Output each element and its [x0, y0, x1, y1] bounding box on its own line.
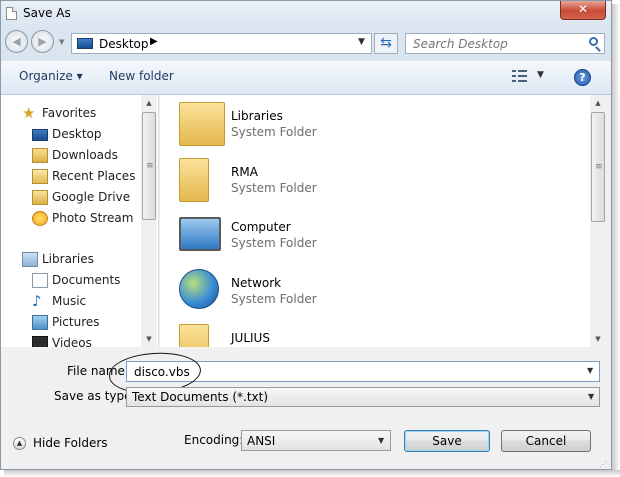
command-bar: Organize ▾ New folder ▼ ?	[1, 61, 611, 95]
file-list-scrollbar-thumb[interactable]: ≡	[591, 112, 605, 222]
nav-item-label: Recent Places	[52, 169, 136, 183]
document-icon	[6, 7, 17, 20]
save-as-type-select[interactable]: Text Documents (*.txt) ▼	[126, 387, 600, 407]
window-title: Save As	[23, 6, 71, 20]
item-name: Libraries	[231, 109, 283, 123]
scroll-up-arrow-icon[interactable]: ▲	[590, 95, 606, 111]
save-as-type-label: Save as type:	[54, 389, 136, 403]
item-type: System Folder	[231, 236, 317, 250]
recent-places-icon	[32, 169, 48, 184]
back-button[interactable]: ◀	[5, 30, 28, 53]
desktop-folder-icon	[77, 38, 93, 49]
nav-item-label: Google Drive	[52, 190, 131, 204]
scroll-up-arrow-icon[interactable]: ▲	[141, 95, 157, 111]
nav-item-label: Photo Stream	[52, 211, 134, 225]
search-icon[interactable]	[589, 37, 598, 46]
change-view-icon[interactable]	[512, 70, 528, 82]
forward-button[interactable]: ▶	[31, 30, 54, 53]
close-button[interactable]: ✕	[560, 1, 606, 20]
item-name: JULIUS	[231, 331, 270, 345]
view-options-dropdown-icon[interactable]: ▼	[537, 70, 544, 80]
nav-item-label: Desktop	[52, 127, 102, 141]
address-dropdown-icon[interactable]: ▼	[358, 37, 365, 47]
new-folder-button[interactable]: New folder	[109, 69, 174, 83]
scroll-down-arrow-icon[interactable]: ▼	[590, 331, 606, 347]
address-row: ◀ ▶ ▼ Desktop ▶ ▼ ⇆	[1, 27, 611, 61]
photo-stream-icon	[32, 211, 48, 226]
refresh-icon: ⇆	[380, 35, 392, 51]
cancel-button[interactable]: Cancel	[501, 430, 591, 452]
chevron-down-icon: ▼	[378, 436, 385, 445]
item-name: RMA	[231, 165, 258, 179]
nav-scrollbar[interactable]: ▲ ≡ ▼	[141, 95, 157, 347]
address-location[interactable]: Desktop	[99, 37, 149, 51]
documents-icon	[32, 273, 48, 288]
nav-item-label: Documents	[52, 273, 121, 287]
network-icon	[179, 269, 219, 309]
window-shadow-bottom	[4, 470, 620, 477]
file-name-dropdown-icon[interactable]: ▼	[587, 366, 593, 375]
hide-folders-label: Hide Folders	[33, 436, 108, 450]
save-as-type-value: Text Documents (*.txt)	[132, 390, 269, 404]
nav-item-label: Pictures	[52, 315, 100, 329]
nav-header-label: Libraries	[42, 252, 94, 266]
item-name: Network	[231, 276, 282, 290]
nav-item-label: Music	[52, 294, 87, 308]
resize-grip-icon[interactable]: ⋰	[599, 460, 607, 469]
file-list-scrollbar[interactable]: ▲ ≡ ▼	[590, 95, 606, 347]
desktop-icon	[32, 129, 48, 141]
encoding-value: ANSI	[247, 434, 276, 448]
list-item-rma[interactable]: RMA System Folder	[160, 156, 580, 208]
scroll-down-arrow-icon[interactable]: ▼	[141, 331, 157, 347]
search-input[interactable]	[406, 34, 586, 53]
list-item-julius[interactable]: JULIUS	[160, 322, 580, 347]
refresh-button[interactable]: ⇆	[374, 33, 398, 54]
save-options-panel: File name: ▼ Save as type: Text Document…	[1, 347, 611, 469]
pictures-icon	[32, 315, 48, 330]
libraries-icon	[22, 252, 38, 267]
google-drive-icon	[32, 190, 48, 205]
item-name: Computer	[231, 220, 291, 234]
libraries-folder-icon	[179, 102, 225, 146]
list-item-libraries[interactable]: Libraries System Folder	[160, 100, 580, 152]
folder-icon	[179, 324, 209, 347]
navigation-pane: ★ Favorites Desktop Downloads Recent Pla…	[1, 95, 159, 351]
organize-button[interactable]: Organize ▾	[19, 69, 83, 83]
address-bar[interactable]: Desktop ▶ ▼	[71, 33, 372, 54]
downloads-icon	[32, 148, 48, 163]
search-box[interactable]	[405, 33, 605, 54]
recent-locations-dropdown-icon[interactable]: ▼	[59, 38, 64, 46]
nav-item-label: Downloads	[52, 148, 118, 162]
save-as-dialog: Save As ✕ ◀ ▶ ▼ Desktop ▶ ▼ ⇆ Organize ▾…	[0, 0, 612, 470]
breadcrumb-chevron-icon[interactable]: ▶	[150, 36, 158, 47]
nav-scrollbar-thumb[interactable]: ≡	[142, 112, 156, 220]
item-type: System Folder	[231, 181, 317, 195]
item-type: System Folder	[231, 125, 317, 139]
collapse-arrow-icon: ▲	[13, 437, 26, 450]
music-icon: ♪	[32, 292, 42, 310]
window-shadow-right	[612, 4, 620, 477]
save-button[interactable]: Save	[404, 430, 490, 452]
item-type: System Folder	[231, 292, 317, 306]
star-icon: ★	[22, 104, 36, 122]
list-item-computer[interactable]: Computer System Folder	[160, 211, 580, 263]
encoding-label: Encoding:	[184, 433, 244, 447]
encoding-select[interactable]: ANSI ▼	[241, 430, 391, 451]
chevron-down-icon: ▼	[588, 392, 595, 401]
title-bar: Save As ✕	[1, 1, 611, 27]
help-icon[interactable]: ?	[574, 69, 591, 86]
file-list: Libraries System Folder RMA System Folde…	[160, 95, 590, 347]
nav-header-label: Favorites	[42, 106, 97, 120]
computer-icon	[179, 217, 221, 251]
list-item-network[interactable]: Network System Folder	[160, 267, 580, 319]
user-folder-icon	[179, 158, 209, 202]
